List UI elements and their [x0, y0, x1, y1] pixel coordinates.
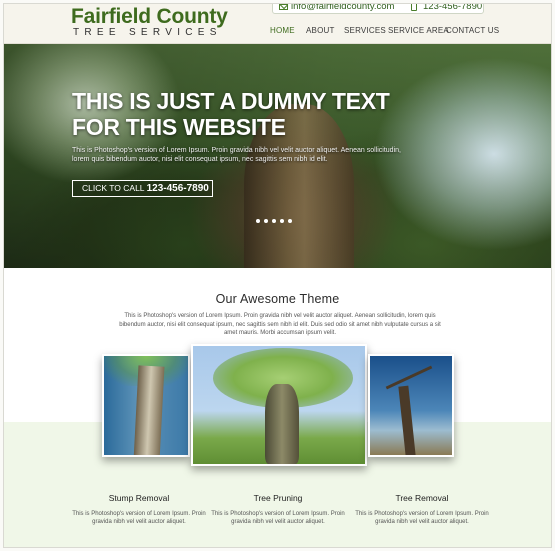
slider-dot[interactable]	[272, 219, 276, 223]
mail-icon	[279, 4, 288, 10]
slider-dot[interactable]	[264, 219, 268, 223]
logo-subtitle: TREE SERVICES	[73, 27, 222, 38]
call-button-phone: 123-456-7890	[146, 183, 209, 194]
service-text-tree-pruning: This is Photoshop's version of Lorem Ips…	[211, 511, 345, 525]
section-title: Our Awesome Theme	[215, 292, 340, 306]
nav-item-contact-us[interactable]: CONTACT US	[446, 26, 499, 35]
service-title-tree-pruning[interactable]: Tree Pruning	[208, 493, 348, 503]
hero-title: THIS IS JUST A DUMMY TEXT FOR THIS WEBSI…	[72, 88, 390, 140]
tree-pruning-photo[interactable]	[191, 344, 367, 466]
page: Fairfield County TREE SERVICES info@fair…	[3, 3, 552, 548]
call-button-label: CLICK TO CALL	[82, 183, 145, 193]
stump-removal-photo[interactable]	[102, 354, 190, 457]
nav-item-home[interactable]: HOME	[270, 26, 295, 35]
service-title-tree-removal[interactable]: Tree Removal	[352, 493, 492, 503]
call-button[interactable]: CLICK TO CALL 123-456-7890	[72, 180, 213, 197]
nav-item-service-area[interactable]: SERVICE AREA	[388, 26, 449, 35]
slider-dot[interactable]	[280, 219, 284, 223]
service-text-stump-removal: This is Photoshop's version of Lorem Ips…	[72, 511, 206, 525]
header: Fairfield County TREE SERVICES info@fair…	[4, 4, 551, 44]
tree-removal-photo[interactable]	[368, 354, 454, 457]
contact-phone-link[interactable]: 123-456-7890	[423, 4, 482, 12]
nav-item-services[interactable]: SERVICES	[344, 26, 386, 35]
slider-dot[interactable]	[256, 219, 260, 223]
hero-text: This is Photoshop's version of Lorem Ips…	[72, 147, 401, 163]
contact-bar: info@fairfieldcounty.com 123-456-7890	[272, 4, 484, 14]
nav-item-about[interactable]: ABOUT	[306, 26, 335, 35]
contact-email-link[interactable]: info@fairfieldcounty.com	[291, 4, 394, 12]
section-text: This is Photoshop's version of Lorem Ips…	[119, 313, 441, 336]
logo-title[interactable]: Fairfield County	[71, 6, 228, 28]
hero-slider: THIS IS JUST A DUMMY TEXT FOR THIS WEBSI…	[4, 44, 551, 268]
service-title-stump-removal[interactable]: Stump Removal	[69, 493, 209, 503]
slider-dot[interactable]	[288, 219, 292, 223]
phone-icon	[411, 4, 417, 11]
service-text-tree-removal: This is Photoshop's version of Lorem Ips…	[355, 511, 489, 525]
